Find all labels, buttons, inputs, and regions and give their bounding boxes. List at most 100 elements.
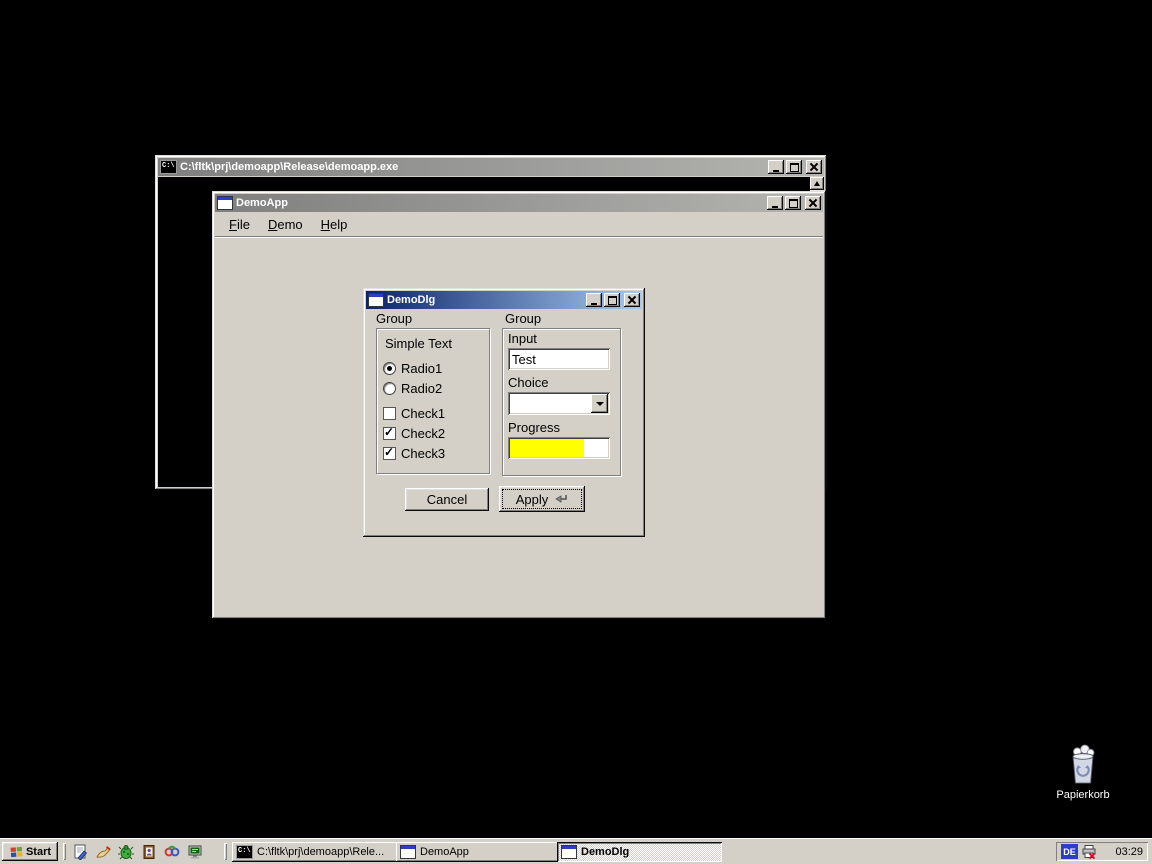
checkbox-label: Check1	[401, 406, 445, 421]
scroll-up-button[interactable]	[810, 177, 824, 190]
choice-select[interactable]	[508, 392, 610, 415]
terminal-computer-icon	[187, 844, 203, 860]
printer-error-icon[interactable]	[1081, 844, 1097, 860]
window-icon	[561, 845, 577, 859]
checkbox-label: Check2	[401, 426, 445, 441]
ms-dos-icon: C:\	[160, 160, 177, 174]
desktop-icon-papierkorb[interactable]: Papierkorb	[1043, 744, 1123, 801]
task-button-label: DemoDlg	[581, 846, 629, 858]
demodlg-close-button[interactable]	[624, 293, 640, 307]
checkbox-icon[interactable]	[383, 427, 396, 440]
console-minimize-button[interactable]	[768, 160, 784, 174]
demoapp-close-button[interactable]	[805, 196, 821, 210]
simple-text-label: Simple Text	[385, 336, 452, 351]
hand-pen-icon	[95, 844, 111, 860]
input-field[interactable]	[508, 348, 610, 370]
taskbar-divider[interactable]	[63, 843, 66, 860]
progress-fill	[510, 439, 584, 457]
task-button-console[interactable]: C:\ C:\fltk\prj\demoapp\Rele...	[232, 842, 398, 862]
group-label-left: Group	[376, 311, 412, 326]
demoapp-minimize-button[interactable]	[767, 196, 783, 210]
checkbox-check3[interactable]: Check3	[383, 446, 445, 460]
radio-label: Radio2	[401, 381, 442, 396]
close-icon	[809, 199, 817, 207]
menu-help[interactable]: Help	[316, 215, 353, 234]
quicklaunch-edit-document-icon[interactable]	[71, 843, 89, 860]
group-label-right: Group	[505, 311, 541, 326]
task-button-label: C:\fltk\prj\demoapp\Rele...	[257, 846, 384, 858]
cancel-button-label: Cancel	[427, 492, 467, 507]
close-icon	[628, 296, 636, 304]
console-titlebar[interactable]: C:\ C:\fltk\prj\demoapp\Release\demoapp.…	[158, 158, 824, 176]
console-maximize-button[interactable]	[786, 160, 802, 174]
bug-icon	[118, 844, 134, 860]
maximize-icon	[608, 296, 617, 305]
checkbox-check1[interactable]: Check1	[383, 406, 445, 420]
address-book-icon	[141, 844, 157, 860]
menu-file[interactable]: File	[224, 215, 255, 234]
menu-demo[interactable]: Demo	[263, 215, 308, 234]
checkbox-icon[interactable]	[383, 407, 396, 420]
input-label: Input	[508, 331, 537, 346]
maximize-icon	[789, 199, 798, 208]
maximize-icon	[790, 163, 799, 172]
apply-button-label: Apply	[516, 492, 549, 507]
quicklaunch-address-book-icon[interactable]	[140, 843, 158, 860]
ms-dos-icon-glyph: C:\	[162, 162, 175, 170]
checkbox-label: Check3	[401, 446, 445, 461]
edit-document-icon	[72, 844, 88, 860]
demodlg-title: DemoDlg	[387, 294, 584, 306]
desktop-icon-label: Papierkorb	[1056, 789, 1109, 801]
demoapp-maximize-button[interactable]	[785, 196, 801, 210]
demodlg-window[interactable]: DemoDlg Group Simple Text Radio1 Radio2 …	[363, 288, 645, 537]
demodlg-titlebar[interactable]: DemoDlg	[366, 291, 642, 309]
menu-demo-label: emo	[277, 217, 302, 232]
taskbar-divider[interactable]	[224, 843, 227, 860]
chevron-down-icon[interactable]	[591, 394, 608, 413]
radio-button-icon[interactable]	[383, 382, 396, 395]
radio-radio1[interactable]: Radio1	[383, 361, 442, 375]
task-button-label: DemoApp	[420, 846, 469, 858]
menubar: File Demo Help	[215, 212, 823, 237]
demodlg-minimize-button[interactable]	[586, 293, 602, 307]
minimize-icon	[591, 303, 597, 305]
apply-button[interactable]: Apply	[499, 486, 585, 512]
quicklaunch-hand-pen-icon[interactable]	[94, 843, 112, 860]
quicklaunch-visual-studio-icon[interactable]	[163, 843, 181, 860]
menu-file-label: ile	[237, 217, 250, 232]
window-icon	[368, 293, 384, 307]
menu-help-mnemonic: H	[321, 217, 330, 232]
arrow-down-icon	[596, 402, 604, 406]
system-tray: DE 03:29	[1056, 842, 1148, 861]
ms-dos-icon-glyph: C:\	[238, 847, 251, 855]
demoapp-titlebar[interactable]: DemoApp	[215, 194, 823, 212]
minimize-icon	[772, 206, 778, 208]
visual-studio-icon	[164, 844, 180, 860]
demodlg-maximize-button[interactable]	[604, 293, 620, 307]
quicklaunch-terminal-icon[interactable]	[186, 843, 204, 860]
console-close-button[interactable]	[806, 160, 822, 174]
quicklaunch-bug-icon[interactable]	[117, 843, 135, 860]
checkbox-icon[interactable]	[383, 447, 396, 460]
cancel-button[interactable]: Cancel	[405, 488, 489, 511]
menu-demo-mnemonic: D	[268, 217, 277, 232]
radio-radio2[interactable]: Radio2	[383, 381, 442, 395]
taskbar-clock[interactable]: 03:29	[1115, 846, 1143, 858]
start-button[interactable]: Start	[2, 842, 58, 861]
recycle-bin-icon	[1064, 744, 1102, 786]
enter-key-icon	[554, 494, 568, 504]
close-icon	[810, 163, 818, 171]
radio-button-icon[interactable]	[383, 362, 396, 375]
arrow-up-icon	[814, 181, 820, 186]
task-button-demodlg[interactable]: DemoDlg	[557, 842, 722, 862]
language-indicator[interactable]: DE	[1061, 844, 1078, 859]
desktop: C:\ C:\fltk\prj\demoapp\Release\demoapp.…	[0, 0, 1152, 864]
menu-help-label: elp	[330, 217, 347, 232]
window-icon	[400, 845, 416, 859]
windows-logo-icon	[9, 845, 24, 859]
checkbox-check2[interactable]: Check2	[383, 426, 445, 440]
console-title: C:\fltk\prj\demoapp\Release\demoapp.exe	[180, 161, 766, 173]
task-button-demoapp[interactable]: DemoApp	[396, 842, 560, 862]
window-icon	[217, 196, 233, 210]
ms-dos-icon: C:\	[236, 845, 253, 859]
